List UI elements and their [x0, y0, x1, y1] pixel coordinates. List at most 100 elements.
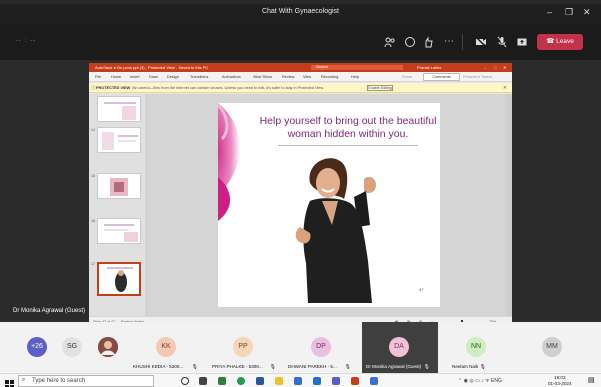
windows-start-icon[interactable]: [5, 376, 14, 387]
file-explorer-icon[interactable]: [275, 377, 283, 385]
meeting-toolbar: -- : -- ⋯ ☎ Leave: [0, 24, 601, 60]
leave-button[interactable]: ☎ Leave: [537, 34, 583, 50]
ppt-search-text: Search: [316, 65, 329, 69]
slide-heading: Help yourself to bring out the beautiful…: [259, 115, 437, 140]
ppt-search-box[interactable]: Search: [311, 65, 403, 70]
enable-editing-button[interactable]: Enable Editing: [367, 85, 393, 91]
ppt-restore-icon[interactable]: □: [494, 65, 496, 70]
protected-close-icon[interactable]: ✕: [503, 85, 507, 91]
chat-icon[interactable]: [404, 36, 416, 48]
participant-name: DHWANI PAREKH - 5...: [288, 364, 337, 369]
participant-name: PRIYA PHALKE - 5300...: [212, 364, 263, 369]
tab-slide-show[interactable]: Slide Show: [253, 75, 272, 79]
protected-label: PROTECTED VIEW: [96, 86, 131, 90]
overflow-count: +26: [31, 343, 43, 350]
tab-file[interactable]: File: [95, 75, 101, 79]
input-language[interactable]: ENG: [491, 378, 502, 384]
taskbar-clock[interactable]: 19:03 01-03-2024: [548, 375, 572, 387]
meeting-timer: -- : --: [16, 38, 36, 44]
cortana-icon[interactable]: [181, 377, 189, 385]
info-icon: ⓘ: [91, 85, 96, 90]
mic-muted-icon: 🎙︎: [424, 364, 430, 369]
participant-avatar[interactable]: SG: [62, 337, 82, 357]
participant-avatar[interactable]: KK: [156, 337, 176, 357]
phone-icon: ☎: [546, 38, 557, 45]
participant-avatar[interactable]: PP: [233, 337, 253, 357]
canvas-scrollbar[interactable]: [506, 94, 512, 316]
shared-content-stage: AutoSave ● On pcos ppt (3) - Protected V…: [0, 60, 601, 326]
comments-label: Comments: [432, 75, 451, 79]
participant-photo-avatar[interactable]: [98, 337, 118, 357]
chrome-icon[interactable]: [237, 377, 245, 385]
present-label: Present in Teams: [463, 75, 493, 79]
slide-thumbnail[interactable]: [97, 96, 141, 122]
camera-off-icon[interactable]: [475, 36, 487, 48]
tab-home[interactable]: Home: [111, 75, 121, 79]
mic-muted-icon: 🎙︎: [192, 364, 198, 369]
participant-avatar[interactable]: NN: [466, 337, 486, 357]
reactions-icon[interactable]: [423, 36, 435, 48]
mic-off-icon[interactable]: [496, 36, 508, 48]
participant-avatar[interactable]: MM: [542, 337, 562, 357]
restore-icon[interactable]: ❐: [565, 7, 573, 18]
word-icon[interactable]: [256, 377, 264, 385]
participant-name: KHUSHI KEDIA - 5300...: [133, 364, 184, 369]
tab-recording[interactable]: Recording: [321, 75, 338, 79]
settings-icon[interactable]: [294, 377, 302, 385]
taskbar-search-box[interactable]: ⌕ Type here to search: [18, 375, 154, 387]
tab-animations[interactable]: Animations: [222, 75, 241, 79]
share-label[interactable]: Share: [402, 75, 412, 79]
thumb-number: 15: [91, 174, 95, 178]
tab-design[interactable]: Design: [167, 75, 179, 79]
edge-icon[interactable]: [313, 377, 321, 385]
excel-icon[interactable]: [218, 377, 226, 385]
woman-photo: [295, 158, 376, 303]
teams-meeting-window: Chat With Gynaecologist – ❐ ✕ -- : -- ⋯ …: [0, 0, 601, 387]
participant-avatar[interactable]: DA: [389, 337, 409, 357]
tab-review[interactable]: Review: [282, 75, 294, 79]
current-slide: Help yourself to bring out the beautiful…: [218, 103, 440, 307]
participant-name: Dr Monika Agrawal (Guest): [366, 364, 422, 369]
share-screen-icon[interactable]: [516, 36, 528, 48]
participant-initials: PP: [238, 343, 248, 350]
tab-view[interactable]: View: [303, 75, 311, 79]
participant-avatar[interactable]: DP: [311, 337, 331, 357]
slide-thumbnail[interactable]: [97, 127, 141, 153]
close-icon[interactable]: ✕: [583, 7, 591, 18]
mic-muted-icon: 🎙︎: [270, 364, 276, 369]
system-tray: ⌃ ◉ ◎ ▭ ♪ ᯤ ENG: [458, 378, 502, 384]
ppt-titlebar: AutoSave ● On pcos ppt (3) - Protected V…: [89, 63, 512, 72]
overflow-participants-button[interactable]: +26: [27, 337, 47, 357]
tray-icons[interactable]: ⌃ ◉ ◎ ▭ ♪ ᯤ: [458, 378, 491, 384]
people-icon[interactable]: [384, 36, 396, 48]
thumb-number: 17: [91, 262, 95, 266]
slide-thumbnail[interactable]: [97, 218, 141, 244]
clock-date: 01-03-2024: [548, 381, 572, 386]
leave-label: Leave: [556, 38, 574, 45]
enable-editing-label: Enable Editing: [368, 86, 392, 90]
powerpoint-icon[interactable]: [351, 377, 359, 385]
minimize-icon[interactable]: –: [547, 7, 552, 17]
ppt-title-text: AutoSave ● On pcos ppt (3) - Protected V…: [95, 65, 209, 70]
participants-strip: +26 SG KK KHUSHI KEDIA - 5300... 🎙︎ PP P…: [0, 322, 601, 373]
participant-initials: MM: [546, 343, 558, 350]
slide-thumbnail[interactable]: [97, 173, 141, 199]
notifications-icon[interactable]: ▤: [588, 376, 595, 384]
ppt-minimize-icon[interactable]: –: [484, 65, 486, 70]
ppt-close-icon[interactable]: ✕: [503, 65, 506, 70]
teams-titlebar: Chat With Gynaecologist – ❐ ✕: [0, 4, 601, 24]
tab-transitions[interactable]: Transitions: [190, 75, 208, 79]
slide-thumbnail-active[interactable]: [97, 262, 141, 296]
task-view-icon[interactable]: [199, 377, 207, 385]
teams-icon[interactable]: [332, 377, 340, 385]
thumb-number: 16: [91, 219, 95, 223]
tab-help[interactable]: Help: [351, 75, 359, 79]
present-in-teams-button[interactable]: Present in Teams: [463, 73, 503, 81]
protected-message: PROTECTED VIEW Be careful—files from the…: [96, 86, 324, 90]
tab-draw[interactable]: Draw: [149, 75, 158, 79]
more-options-icon[interactable]: ⋯: [443, 36, 455, 48]
comments-button[interactable]: Comments: [423, 73, 460, 81]
participant-initials: DA: [394, 343, 404, 350]
store-icon[interactable]: [370, 377, 378, 385]
tab-insert[interactable]: Insert: [130, 75, 140, 79]
